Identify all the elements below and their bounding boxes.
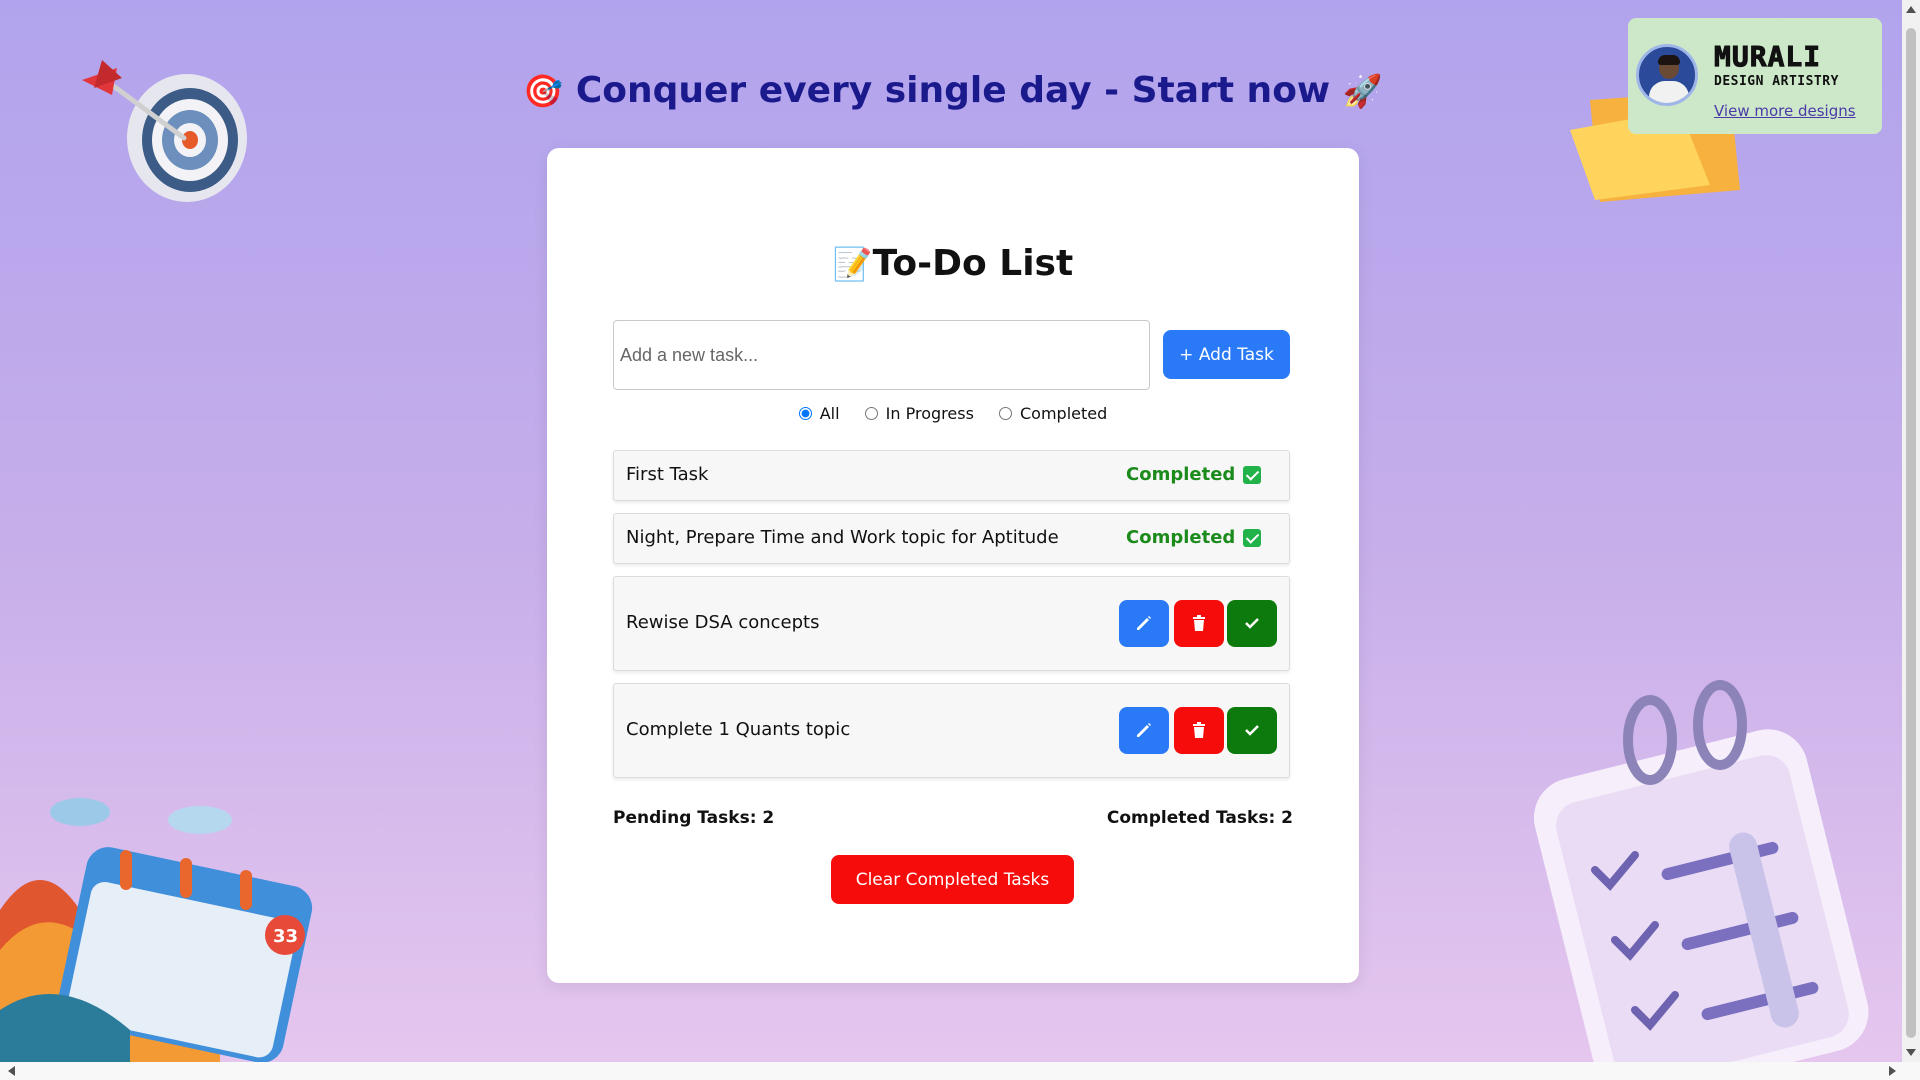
task-text: Rewise DSA concepts <box>626 612 820 633</box>
filter-completed[interactable]: Completed <box>999 404 1107 423</box>
filter-completed-radio[interactable] <box>999 407 1012 420</box>
complete-task-button[interactable] <box>1227 600 1277 647</box>
filter-completed-label: Completed <box>1020 404 1108 423</box>
task-item: First Task Completed <box>613 450 1290 501</box>
task-item: Rewise DSA concepts <box>613 576 1290 671</box>
card-title: 📝To-Do List <box>547 243 1359 284</box>
complete-task-button[interactable] <box>1227 707 1277 754</box>
memo-icon: 📝 <box>832 245 873 283</box>
clear-completed-button[interactable]: Clear Completed Tasks <box>831 855 1074 904</box>
filter-in-progress[interactable]: In Progress <box>864 404 974 423</box>
check-icon <box>1245 725 1259 736</box>
brand-name: MURALI <box>1713 40 1822 74</box>
headline-text: Conquer every single day - Start now <box>575 70 1331 111</box>
filter-all-radio[interactable] <box>798 407 812 420</box>
page-headline: 🎯 Conquer every single day - Start now 🚀 <box>0 70 1906 111</box>
delete-task-button[interactable] <box>1174 600 1224 647</box>
task-text: Night, Prepare Time and Work topic for A… <box>626 527 1059 548</box>
trash-icon <box>1193 722 1205 738</box>
view-more-designs-link[interactable]: View more designs <box>1714 102 1856 120</box>
calendar-illustration: 33 <box>0 798 313 1062</box>
filter-group: All In Progress Completed <box>547 404 1359 424</box>
scrollbar-thumb[interactable] <box>1906 28 1916 1038</box>
rocket-icon: 🚀 <box>1342 72 1383 110</box>
svg-text:33: 33 <box>273 926 298 947</box>
brand-subtitle: DESIGN ARTISTRY <box>1714 74 1839 89</box>
task-status: Completed <box>1126 464 1262 485</box>
task-item: Complete 1 Quants topic <box>613 683 1290 778</box>
check-icon <box>1245 618 1259 629</box>
pencil-icon <box>1137 616 1151 630</box>
edit-task-button[interactable] <box>1119 707 1169 754</box>
scroll-down-icon[interactable] <box>1906 1049 1916 1056</box>
checkbox-icon <box>1243 465 1262 484</box>
checkbox-icon <box>1243 528 1262 547</box>
vertical-scrollbar[interactable] <box>1902 0 1920 1062</box>
scroll-right-icon[interactable] <box>1889 1066 1896 1076</box>
pencil-icon <box>1137 723 1151 737</box>
edit-task-button[interactable] <box>1119 600 1169 647</box>
task-text: First Task <box>626 464 709 485</box>
filter-in-progress-radio[interactable] <box>864 407 878 420</box>
target-icon: 🎯 <box>523 72 564 110</box>
completed-count: Completed Tasks: 2 <box>1106 808 1293 828</box>
status-label: Completed <box>1126 464 1236 485</box>
pending-count: Pending Tasks: 2 <box>613 808 775 828</box>
add-task-button[interactable]: + Add Task <box>1163 330 1290 379</box>
horizontal-scrollbar[interactable] <box>0 1062 1920 1080</box>
status-label: Completed <box>1126 527 1236 548</box>
designer-badge: MURALI DESIGN ARTISTRY View more designs <box>1628 18 1882 134</box>
task-text: Complete 1 Quants topic <box>626 719 851 740</box>
avatar <box>1636 44 1698 106</box>
task-item: Night, Prepare Time and Work topic for A… <box>613 513 1290 564</box>
filter-in-progress-label: In Progress <box>885 404 974 423</box>
task-status: Completed <box>1126 527 1262 548</box>
filter-all[interactable]: All <box>798 404 840 423</box>
todo-card: 📝To-Do List + Add Task All In Progress C… <box>547 148 1359 983</box>
trash-icon <box>1193 615 1205 631</box>
checklist-illustration <box>1533 680 1869 1062</box>
scroll-left-icon[interactable] <box>8 1066 15 1076</box>
delete-task-button[interactable] <box>1174 707 1224 754</box>
scroll-up-icon[interactable] <box>1906 6 1916 13</box>
card-title-text: To-Do List <box>872 243 1074 284</box>
filter-all-label: All <box>819 404 840 423</box>
new-task-input[interactable] <box>613 320 1150 390</box>
